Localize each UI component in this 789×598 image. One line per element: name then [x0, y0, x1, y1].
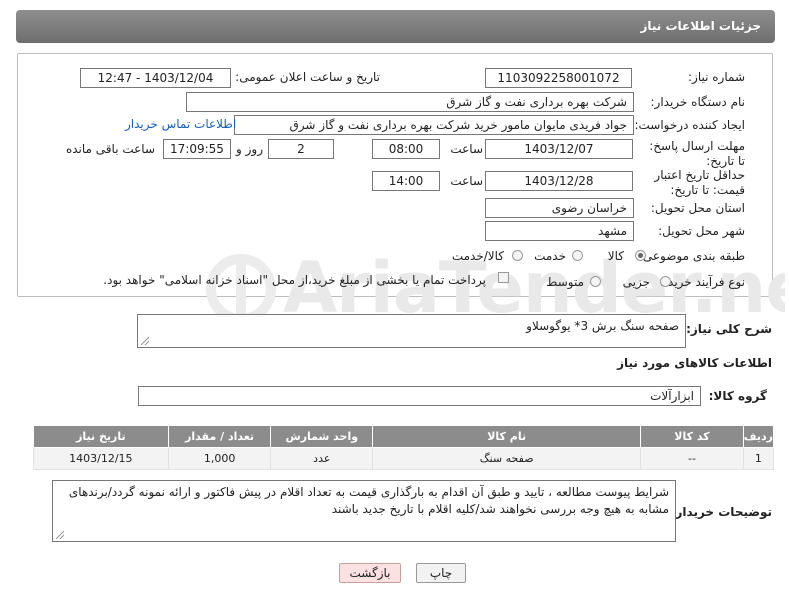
- print-button[interactable]: چاپ: [416, 563, 466, 583]
- process-option-minor: جزیی: [622, 275, 650, 289]
- buyer-contact-link[interactable]: اطلاعات تماس خریدار: [125, 117, 236, 131]
- col-header-quantity: تعداد / مقدار: [167, 425, 272, 448]
- cell-name: صفحه سنگ: [372, 447, 642, 470]
- category-radio-both[interactable]: [512, 250, 523, 261]
- creator-field: جواد فریدی مایوان مامور خرید شرکت بهره ب…: [234, 115, 634, 135]
- deadline-days-label: روز و: [236, 142, 263, 156]
- deadline-date-field: 1403/12/07: [485, 139, 633, 159]
- validity-label: حداقل تاریخ اعتبار قیمت: تا تاریخ:: [654, 168, 745, 197]
- remaining-time-field: 17:09:55: [163, 139, 231, 159]
- cell-code: --: [640, 447, 744, 470]
- announce-field: 1403/12/04 - 12:47: [80, 68, 231, 88]
- buyer-notes-label: توضیحات خریدار:: [670, 505, 772, 519]
- resize-grip-icon[interactable]: [141, 337, 149, 345]
- back-button[interactable]: بازگشت: [339, 563, 401, 583]
- creator-label: ایجاد کننده درخواست:: [634, 118, 745, 132]
- remaining-time-label: ساعت باقی مانده: [65, 142, 155, 156]
- validity-time-field: 14:00: [372, 171, 440, 191]
- buyer-label: نام دستگاه خریدار:: [650, 95, 746, 109]
- city-field: مشهد: [485, 221, 634, 241]
- province-field: خراسان رضوی: [485, 198, 634, 218]
- category-option-service: خدمت: [534, 249, 566, 263]
- goods-table: ردیف کد کالا نام کالا واحد شمارش تعداد /…: [33, 425, 775, 470]
- table-row: 1 -- صفحه سنگ عدد 1,000 1403/12/15: [33, 447, 775, 470]
- treasury-payment-note: پرداخت تمام یا بخشی از مبلغ خرید،از محل …: [103, 273, 486, 287]
- page-title: جزئیات اطلاعات نیاز: [16, 10, 775, 43]
- need-number-label: شماره نیاز:: [688, 70, 745, 84]
- category-option-both: کالا/خدمت: [451, 249, 504, 263]
- cell-need-date: 1403/12/15: [33, 447, 169, 470]
- cell-row-number: 1: [742, 447, 775, 470]
- deadline-time-field: 08:00: [372, 139, 440, 159]
- deadline-time-label: ساعت: [450, 142, 483, 156]
- validity-time-label: ساعت: [450, 174, 483, 188]
- need-number-field: 1103092258001072: [485, 68, 632, 88]
- validity-date-field: 1403/12/28: [485, 171, 633, 191]
- treasury-payment-checkbox[interactable]: [498, 272, 509, 283]
- col-header-need-date: تاریخ نیاز: [33, 425, 169, 448]
- province-label: استان محل تحویل:: [650, 201, 745, 215]
- category-radio-service[interactable]: [572, 250, 583, 261]
- process-radio-medium[interactable]: [590, 276, 601, 287]
- cell-unit: عدد: [270, 447, 374, 470]
- category-radio-goods[interactable]: [635, 250, 646, 261]
- cell-quantity: 1,000: [167, 447, 272, 470]
- general-desc-text: صفحه سنگ برش 3* یوگوسلاو: [526, 319, 679, 333]
- table-header-row: ردیف کد کالا نام کالا واحد شمارش تعداد /…: [33, 425, 775, 448]
- col-header-unit: واحد شمارش: [270, 425, 374, 448]
- buyer-notes-text: شرایط پیوست مطالعه ، تایید و طبق آن اقدا…: [68, 485, 669, 516]
- col-header-row-number: ردیف: [742, 425, 775, 448]
- col-header-name: نام کالا: [372, 425, 642, 448]
- col-header-code: کد کالا: [640, 425, 744, 448]
- resize-grip-icon[interactable]: [56, 531, 64, 539]
- process-option-medium: متوسط: [546, 275, 584, 289]
- buyer-field: شرکت بهره برداری نفت و گاز شرق: [186, 92, 634, 112]
- goods-group-label: گروه کالا:: [708, 389, 767, 403]
- deadline-days-field: 2: [268, 139, 334, 159]
- goods-group-field: ابزارآلات: [138, 386, 701, 406]
- general-desc-textarea[interactable]: صفحه سنگ برش 3* یوگوسلاو: [137, 314, 686, 348]
- buyer-notes-textarea[interactable]: شرایط پیوست مطالعه ، تایید و طبق آن اقدا…: [52, 480, 676, 542]
- city-label: شهر محل تحویل:: [658, 224, 745, 238]
- page-root: جزئیات اطلاعات نیاز AriaTender.neT شماره…: [0, 0, 789, 598]
- category-option-goods: کالا: [607, 249, 624, 263]
- deadline-label: مهلت ارسال پاسخ: تا تاریخ:: [649, 139, 745, 168]
- goods-info-heading: اطلاعات کالاهای مورد نیاز: [617, 356, 772, 370]
- announce-label: تاریخ و ساعت اعلان عمومی:: [235, 70, 380, 84]
- process-radio-minor[interactable]: [660, 276, 671, 287]
- process-label: نوع فرآیند خرید :: [660, 275, 745, 289]
- general-desc-label: شرح کلی نیاز:: [686, 322, 772, 336]
- category-label: طبقه بندی موضوعی:: [638, 249, 745, 263]
